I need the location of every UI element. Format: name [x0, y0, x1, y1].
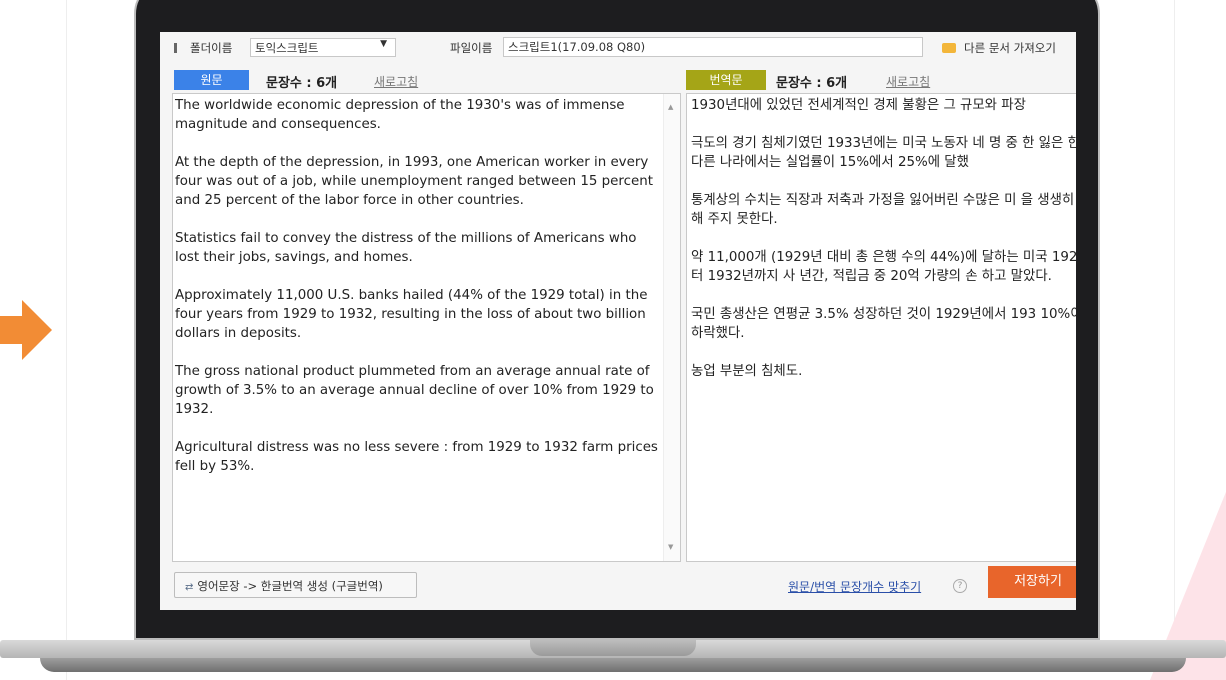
file-label: 파일이름: [450, 41, 493, 55]
google-translate-label: 영어문장 -> 한글번역 생성 (구글번역): [197, 579, 383, 593]
source-paragraph: Approximately 11,000 U.S. banks hailed (…: [175, 288, 648, 341]
folder-label: 폴더이름: [190, 41, 233, 55]
source-paragraph: At the depth of the depression, in 1993,…: [175, 155, 653, 208]
translate-icon: ⇄: [185, 582, 194, 593]
laptop-mockup: 폴더이름 토익스크립트 ▼ 파일이름 스크립트1(17.09.08 Q80) 다…: [134, 0, 1100, 650]
decorative-pink-shape: [1150, 120, 1226, 680]
target-refresh-link[interactable]: 새로고침: [886, 73, 930, 90]
source-paragraph: Statistics fail to convey the distress o…: [175, 231, 637, 265]
laptop-base: [0, 640, 1226, 680]
laptop-notch: [530, 640, 696, 656]
background-guide-line: [1174, 0, 1175, 680]
target-paragraph: 1930년대에 있었던 전세계적인 경제 불황은 그 규모와 파장: [691, 98, 1026, 113]
folder-select[interactable]: 토익스크립트 ▼: [250, 38, 396, 57]
import-document-button[interactable]: 다른 문서 가져오기: [942, 40, 1056, 56]
source-sentence-count: 문장수 : 6개: [266, 76, 338, 91]
target-paragraph: 극도의 경기 침체기였던 1933년에는 미국 노동자 네 명 중 한 잃은 한…: [691, 136, 1076, 170]
folder-select-value: 토익스크립트: [255, 41, 319, 55]
chevron-down-icon: ▼: [380, 39, 387, 49]
target-tag: 번역문: [686, 70, 766, 90]
source-paragraph: Agricultural distress was no less severe…: [175, 440, 658, 474]
target-paragraph: 약 11,000개 (1929년 대비 총 은행 수의 44%)에 달하는 미국…: [691, 250, 1076, 284]
arrow-right-icon: [0, 300, 52, 360]
source-textarea[interactable]: The worldwide economic depression of the…: [172, 93, 681, 562]
background-guide-line: [66, 0, 67, 680]
source-header: 원문 문장수 : 6개 새로고침: [174, 68, 674, 92]
source-scrollbar[interactable]: ▲ ▼: [663, 94, 680, 561]
help-icon[interactable]: ?: [953, 579, 967, 593]
source-tag: 원문: [174, 70, 249, 90]
app-window: 폴더이름 토익스크립트 ▼ 파일이름 스크립트1(17.09.08 Q80) 다…: [160, 32, 1076, 610]
laptop-base-bottom: [40, 658, 1186, 672]
target-textarea[interactable]: 1930년대에 있었던 전세계적인 경제 불황은 그 규모와 파장 극도의 경기…: [686, 93, 1076, 562]
folder-open-icon: [942, 43, 956, 53]
scroll-down-icon[interactable]: ▼: [668, 538, 673, 557]
match-sentence-count-link[interactable]: 원문/번역 문장개수 맞추기: [788, 578, 921, 595]
target-header: 번역문 문장수 : 6개 새로고침: [686, 68, 1076, 92]
source-paragraph: The worldwide economic depression of the…: [175, 98, 625, 132]
source-paragraph: The gross national product plummeted fro…: [175, 364, 654, 417]
save-button[interactable]: 저장하기: [988, 566, 1076, 598]
scroll-up-icon[interactable]: ▲: [668, 98, 673, 117]
google-translate-button[interactable]: ⇄ 영어문장 -> 한글번역 생성 (구글번역): [174, 572, 417, 598]
bar-marker-icon: [174, 43, 177, 53]
target-paragraph: 국민 총생산은 연평균 3.5% 성장하던 것이 1929년에서 193 10%…: [691, 307, 1076, 341]
target-sentence-count: 문장수 : 6개: [776, 76, 848, 91]
source-refresh-link[interactable]: 새로고침: [374, 73, 418, 90]
import-document-label: 다른 문서 가져오기: [964, 41, 1056, 55]
target-paragraph: 통계상의 수치는 직장과 저축과 가정을 잃어버린 수많은 미 을 생생히 표현…: [691, 193, 1076, 227]
file-name-input[interactable]: 스크립트1(17.09.08 Q80): [503, 37, 923, 57]
target-paragraph: 농업 부분의 침체도.: [691, 364, 803, 379]
toolbar: 폴더이름 토익스크립트 ▼ 파일이름 스크립트1(17.09.08 Q80) 다…: [160, 32, 1076, 60]
